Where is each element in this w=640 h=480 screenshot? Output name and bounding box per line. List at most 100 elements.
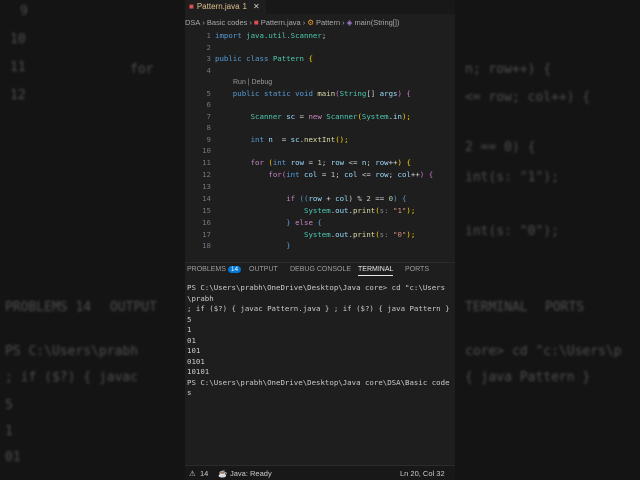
- code-token: =: [272, 135, 291, 144]
- code-token: );: [406, 206, 416, 215]
- code-token: col: [397, 170, 411, 179]
- line-number: 14: [202, 194, 211, 203]
- warning-count[interactable]: 14: [200, 469, 208, 478]
- code-line: } else {: [215, 218, 322, 227]
- line-number: 8: [206, 123, 211, 132]
- code-token: new: [308, 112, 327, 121]
- line-number: 17: [202, 230, 211, 239]
- code-token: out: [335, 206, 349, 215]
- code-token: ;: [366, 158, 376, 167]
- code-token: int: [286, 170, 305, 179]
- problems-count-badge: 14: [227, 266, 242, 273]
- terminal-line: 1: [187, 325, 192, 334]
- tab-terminal[interactable]: TERMINAL: [358, 266, 394, 276]
- terminal-line: PS C:\Users\prabh\OneDrive\Desktop\Java …: [187, 283, 446, 303]
- code-token: sc: [286, 112, 296, 121]
- code-line: for (int row = 1; row <= n; row++) {: [215, 158, 411, 167]
- background-fragment: 12: [10, 88, 26, 103]
- code-token: row: [375, 158, 389, 167]
- line-number: 6: [206, 100, 211, 109]
- tab-problems[interactable]: PROBLEMS 14: [187, 266, 242, 273]
- code-token: col: [335, 194, 349, 203]
- breadcrumb-item[interactable]: DSA: [185, 18, 200, 27]
- code-line: }: [215, 241, 291, 250]
- code-line: System.out.print(s: "1");: [215, 206, 415, 215]
- code-token: =: [304, 158, 318, 167]
- line-number: 9: [206, 135, 211, 144]
- code-line: public class Pattern {: [215, 54, 313, 63]
- code-token: ==: [370, 194, 389, 203]
- background-fragment: <= row; col++) {: [465, 90, 591, 105]
- code-token: int: [272, 158, 291, 167]
- code-token: print: [352, 230, 376, 239]
- background-fragment: for: [130, 62, 154, 77]
- tab-debug-console[interactable]: DEBUG CONSOLE: [290, 266, 351, 273]
- code-token: s:: [379, 206, 394, 215]
- cursor-position[interactable]: Ln 20, Col 32: [400, 469, 445, 478]
- background-fragment: int(s: "1");: [465, 170, 559, 185]
- background-fragment: 2 == 0) {: [465, 140, 536, 155]
- line-number: 5: [206, 89, 211, 98]
- code-line: import java.util.Scanner;: [215, 31, 326, 40]
- code-token: ) {: [397, 158, 411, 167]
- line-number: 18: [202, 241, 211, 250]
- code-token: ) {: [397, 89, 411, 98]
- background-fragment: PORTS: [545, 300, 585, 315]
- breadcrumb-item[interactable]: Pattern.java: [261, 18, 301, 27]
- line-number: 1: [206, 31, 211, 40]
- line-number: 7: [206, 112, 211, 121]
- line-number: 16: [202, 218, 211, 227]
- code-token: int: [215, 135, 269, 144]
- code-token: ) {: [419, 170, 434, 179]
- code-token: }: [215, 241, 291, 250]
- breadcrumb: DSA › Basic codes › ■ Pattern.java › ⚙ Patter…: [185, 18, 455, 27]
- terminal-output[interactable]: PS C:\Users\prabh\OneDrive\Desktop\Java …: [187, 283, 451, 399]
- background-fragment: OUTPUT: [110, 300, 157, 315]
- code-token: col: [344, 170, 358, 179]
- code-token: for: [215, 170, 282, 179]
- code-token: ;: [321, 31, 327, 40]
- chevron-right-icon: ›: [302, 18, 306, 27]
- tab-pattern-java[interactable]: ■ Pattern.java 1 ✕: [185, 0, 266, 14]
- code-token: =: [317, 170, 331, 179]
- line-number: 11: [202, 158, 211, 167]
- code-token: for: [215, 158, 269, 167]
- code-token: import: [215, 31, 247, 40]
- line-number: 2: [206, 43, 211, 52]
- editor-tab-bar: ■ Pattern.java 1 ✕: [185, 0, 455, 14]
- code-token: ) {: [393, 194, 407, 203]
- chevron-right-icon: ›: [342, 18, 345, 27]
- code-line: if ((row + col) % 2 == 0) {: [215, 194, 406, 203]
- tab-label: PROBLEMS: [187, 266, 226, 273]
- code-token: main: [317, 89, 336, 98]
- class-icon: ⚙: [307, 18, 314, 27]
- code-token: =: [295, 112, 309, 121]
- breadcrumb-item[interactable]: main(String[]): [354, 18, 399, 27]
- java-status[interactable]: Java: Ready: [230, 469, 272, 478]
- panel-tabs: PROBLEMS 14 OUTPUT DEBUG CONSOLE TERMINAL…: [185, 262, 455, 277]
- warning-icon[interactable]: ⚠: [189, 469, 196, 478]
- close-icon[interactable]: ✕: [253, 0, 260, 14]
- code-token: []: [366, 89, 380, 98]
- java-file-icon: ■: [189, 2, 194, 11]
- vscode-window: ■ Pattern.java 1 ✕ DSA › Basic codes › ■ Pa…: [185, 0, 455, 480]
- code-token: nextInt: [304, 135, 336, 144]
- code-token: );: [401, 112, 411, 121]
- tab-ports[interactable]: PORTS: [405, 266, 429, 273]
- code-token: ;: [335, 170, 345, 179]
- breadcrumb-item[interactable]: Pattern: [316, 18, 340, 27]
- terminal-line: 10101: [187, 367, 210, 376]
- code-token: ) %: [348, 194, 367, 203]
- code-lens-run-debug[interactable]: Run | Debug: [233, 79, 272, 86]
- tab-output[interactable]: OUTPUT: [249, 266, 278, 273]
- code-token: );: [406, 230, 416, 239]
- code-token: System: [361, 112, 389, 121]
- method-icon: ◈: [346, 18, 353, 27]
- breadcrumb-item[interactable]: Basic codes: [207, 18, 247, 27]
- terminal-line: 01: [187, 335, 196, 345]
- code-line: public static void main(String[] args) {: [215, 89, 411, 98]
- code-token: row: [375, 170, 389, 179]
- chevron-right-icon: ›: [249, 18, 252, 27]
- code-token: {: [317, 218, 322, 227]
- code-token: sc: [290, 135, 300, 144]
